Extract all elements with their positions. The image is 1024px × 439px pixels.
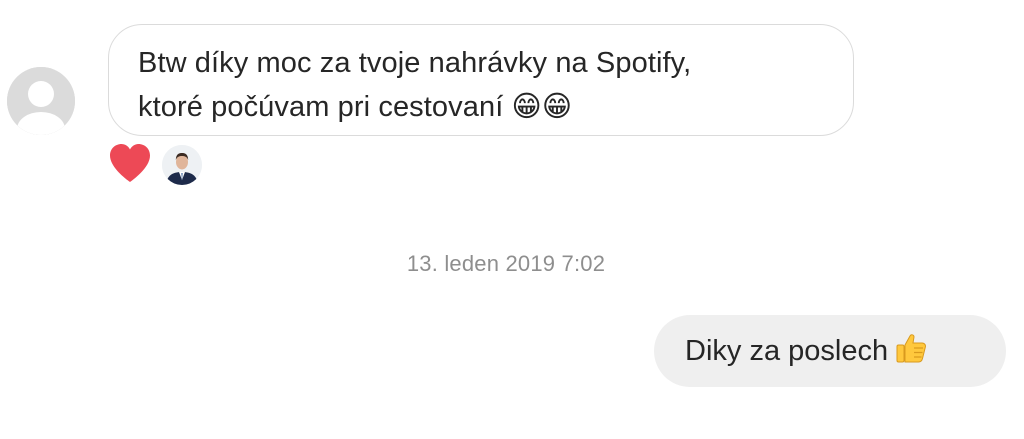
sender-avatar[interactable] xyxy=(7,67,75,135)
incoming-message-line-1: Btw díky moc za tvoje nahrávky na Spotif… xyxy=(138,47,692,79)
outgoing-message-bubble[interactable]: Diky za poslech xyxy=(654,315,1006,387)
heart-reaction-icon[interactable] xyxy=(107,141,153,185)
default-avatar-icon xyxy=(7,67,75,135)
outgoing-message-text: Diky za poslech xyxy=(685,335,889,367)
incoming-message-line-2: ktoré počúvam pri cestovaní 😁😁 xyxy=(138,85,825,129)
thumbs-up-icon xyxy=(894,320,928,363)
incoming-message-bubble[interactable]: Btw díky moc za tvoje nahrávky na Spotif… xyxy=(108,24,854,136)
incoming-message-text: ktoré počúvam pri cestovaní xyxy=(138,91,504,123)
person-avatar-icon xyxy=(162,145,202,185)
grinning-face-emoji: 😁😁 xyxy=(511,89,573,123)
reactor-avatar[interactable] xyxy=(162,145,202,185)
message-timestamp: 13. leden 2019 7:02 xyxy=(406,251,606,276)
